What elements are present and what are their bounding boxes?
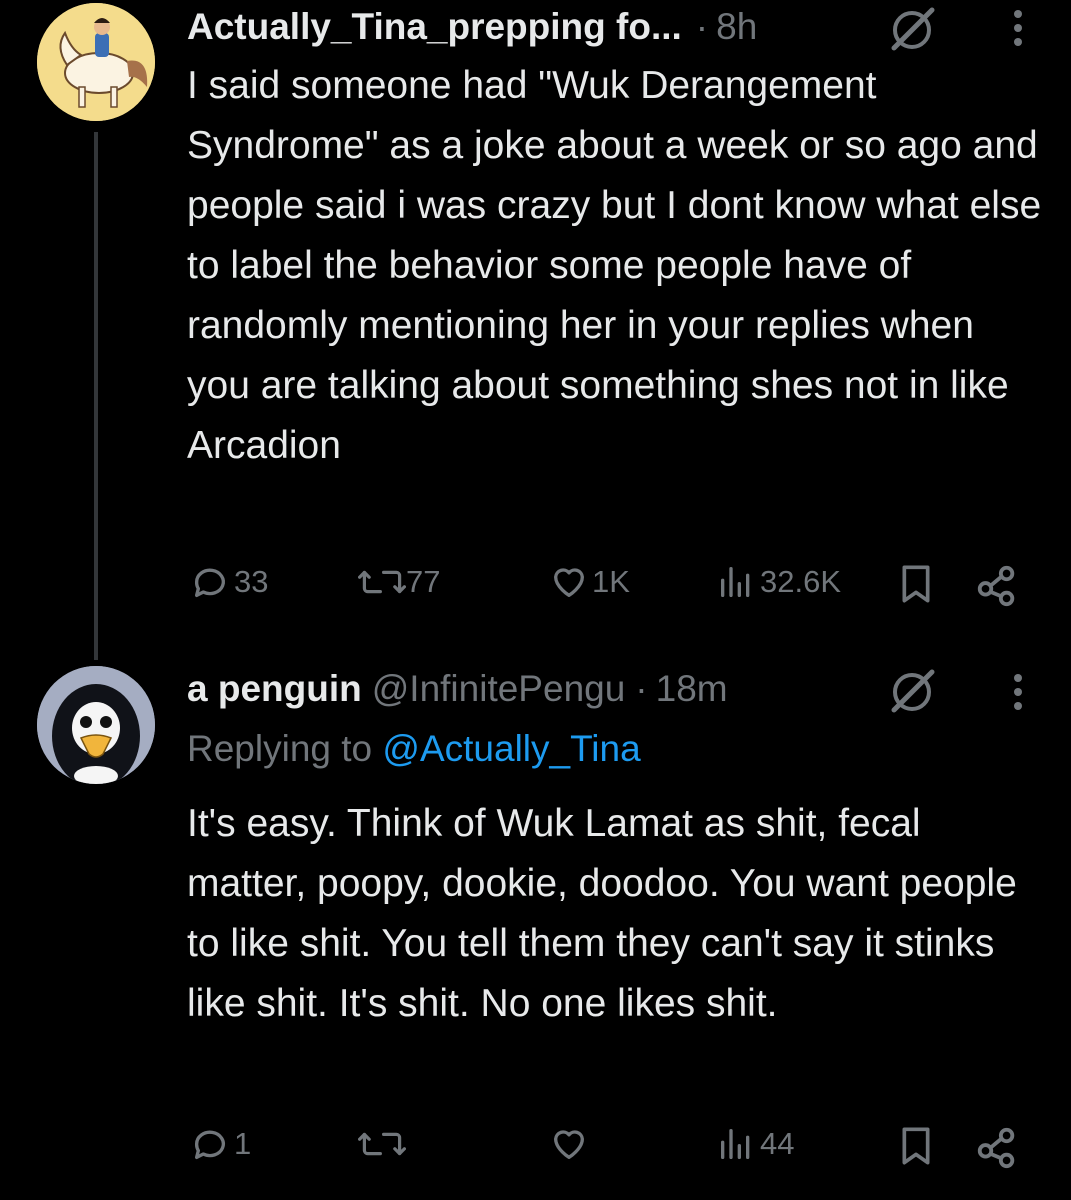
views-button[interactable]: 44 (716, 1124, 794, 1164)
views-icon (721, 1129, 750, 1159)
reply-button[interactable]: 1 (190, 1124, 251, 1164)
grok-icon[interactable] (882, 662, 942, 722)
avatar[interactable] (37, 666, 155, 784)
avatar-image (37, 3, 155, 121)
bookmark-icon (902, 1127, 930, 1165)
reply-count: 1 (234, 1126, 252, 1161)
retweet-icon (358, 1132, 406, 1156)
like-button[interactable]: 1K (548, 562, 630, 602)
thread-line (94, 132, 98, 660)
share-icon (977, 565, 1015, 607)
views-icon (721, 567, 750, 597)
share-button[interactable] (974, 1124, 1020, 1170)
timestamp[interactable]: 8h (716, 6, 757, 48)
tweet[interactable]: a penguin @InfinitePengu · 18m Replying … (0, 650, 1071, 1200)
reply-icon (194, 568, 225, 597)
reply-button[interactable]: 33 (190, 562, 268, 602)
views-count: 44 (760, 1126, 795, 1161)
display-name[interactable]: Actually_Tina_prepping fo... (187, 6, 682, 48)
retweet-icon (358, 570, 406, 594)
retweet-button[interactable] (358, 1124, 406, 1164)
tweet[interactable]: Actually_Tina_prepping fo... · 8h I said… (0, 0, 1071, 660)
separator: · (695, 6, 709, 47)
timestamp[interactable]: 18m (656, 668, 728, 710)
display-name[interactable]: a penguin (187, 668, 362, 710)
separator: · (635, 668, 648, 709)
handle[interactable]: @InfinitePengu (372, 668, 626, 710)
like-count: 1K (592, 564, 630, 599)
more-icon[interactable] (1011, 670, 1025, 718)
more-icon[interactable] (1011, 6, 1025, 54)
bookmark-button[interactable] (896, 562, 936, 606)
bookmark-button[interactable] (896, 1124, 936, 1168)
like-icon (554, 568, 584, 597)
tweet-text: I said someone had "Wuk Derangement Synd… (187, 64, 1042, 467)
replying-to: Replying to @Actually_Tina (187, 728, 641, 770)
share-button[interactable] (974, 562, 1020, 608)
retweet-count: 77 (406, 564, 441, 599)
tweet-header: a penguin @InfinitePengu · 18m (187, 664, 728, 714)
views-button[interactable]: 32.6K (716, 562, 841, 602)
tweet-header: Actually_Tina_prepping fo... · 8h (187, 2, 757, 52)
like-button[interactable] (548, 1124, 590, 1164)
reply-count: 33 (234, 564, 269, 599)
views-count: 32.6K (760, 564, 842, 599)
like-icon (554, 1130, 584, 1159)
grok-icon[interactable] (882, 0, 942, 60)
replying-to-label: Replying to (187, 728, 373, 769)
retweet-button[interactable]: 77 (358, 562, 440, 602)
avatar-image (37, 666, 155, 784)
reply-icon (194, 1130, 225, 1159)
replying-to-mention[interactable]: @Actually_Tina (382, 728, 640, 769)
share-icon (977, 1127, 1015, 1169)
avatar[interactable] (37, 3, 155, 121)
tweet-text: It's easy. Think of Wuk Lamat as shit, f… (187, 802, 1017, 1025)
bookmark-icon (902, 565, 930, 603)
